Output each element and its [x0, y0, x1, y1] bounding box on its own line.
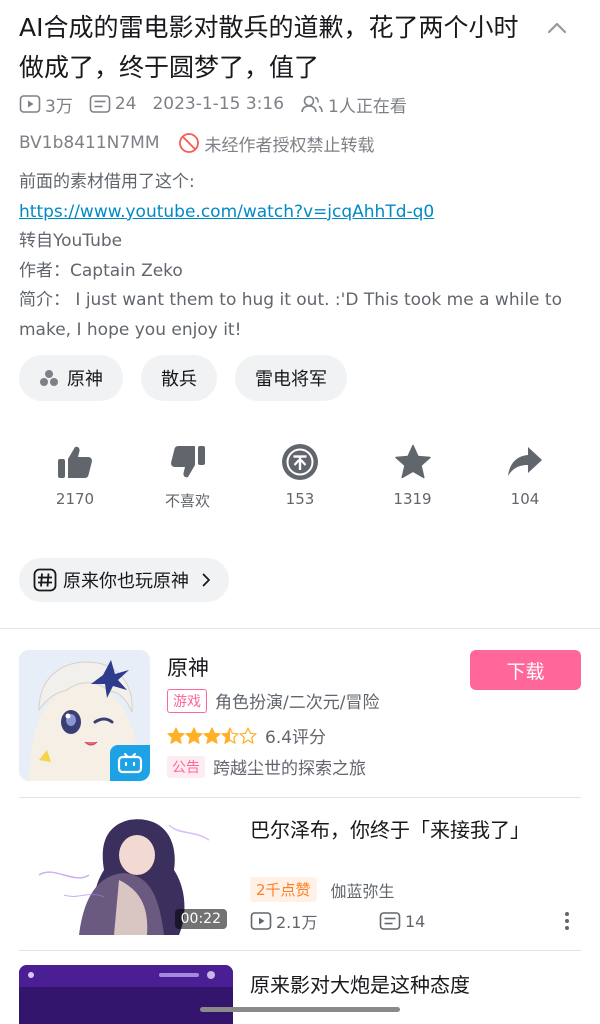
- play-count: 3万: [19, 92, 73, 117]
- rec-danmaku-count-text: 14: [405, 911, 426, 931]
- dislike-button[interactable]: 不喜欢: [132, 442, 244, 511]
- star-icon: [394, 444, 431, 479]
- bilibili-game-badge: [110, 745, 150, 781]
- notice-badge: 公告: [167, 755, 205, 778]
- tag-sanbing[interactable]: 散兵: [141, 355, 217, 401]
- recommended-video-meta: 2千点赞 伽蓝弥生: [250, 877, 395, 902]
- copyright-notice-text: 未经作者授权禁止转载: [204, 135, 375, 156]
- video-description: 前面的素材借用了这个: https://www.youtube.com/watc…: [19, 168, 579, 345]
- play-box-icon: [250, 912, 272, 930]
- notice-text: 跨越尘世的探索之旅: [213, 759, 366, 779]
- like-count: 2170: [55, 490, 95, 508]
- share-arrow-icon: [508, 447, 542, 476]
- game-name: 原神: [167, 656, 209, 680]
- recommended-video-title: 原来影对大炮是这种态度: [250, 973, 470, 997]
- rating-stars: [167, 726, 257, 745]
- bvid[interactable]: BV1b8411N7MM: [19, 133, 160, 153]
- more-vertical-icon: [565, 912, 569, 930]
- danmaku-icon: [89, 95, 111, 113]
- tag-list: 原神 散兵 雷电将军: [19, 355, 365, 401]
- tag-label: 散兵: [161, 369, 197, 390]
- topic-chip[interactable]: 原来你也玩原神: [19, 558, 229, 602]
- recommended-video-stats: 2.1万 14: [250, 909, 581, 933]
- game-notice-row: 公告 跨越尘世的探索之旅: [167, 754, 366, 779]
- bvid-row: BV1b8411N7MM 未经作者授权禁止转载: [19, 130, 375, 156]
- game-type-badge: 游戏: [167, 688, 207, 713]
- tag-label: 原神: [67, 369, 103, 390]
- action-bar: 2170 不喜欢 153 1319 104: [19, 442, 581, 511]
- desc-link[interactable]: https://www.youtube.com/watch?v=jcqAhhTd…: [19, 202, 434, 222]
- rec-danmaku-count: 14: [379, 911, 425, 931]
- game-tag-icon: [40, 370, 58, 386]
- game-icon-image: [19, 650, 150, 781]
- danmaku-count: 24: [89, 94, 137, 114]
- uploader-name[interactable]: 伽蓝弥生: [331, 878, 395, 902]
- recommended-video[interactable]: 原来影对大炮是这种态度: [19, 965, 581, 1024]
- rating-star-icon: [203, 726, 221, 744]
- video-thumbnail: [19, 965, 233, 1024]
- danmaku-icon: [379, 912, 401, 930]
- video-title-row: AI合成的雷电影对散兵的道歉，花了两个小时做成了，终于圆梦了，值了: [19, 8, 579, 88]
- dislike-label: 不喜欢: [164, 492, 210, 510]
- hot-badge: 2千点赞: [250, 877, 317, 902]
- tag-raiden[interactable]: 雷电将军: [235, 355, 347, 401]
- favorite-count: 1319: [393, 490, 432, 508]
- bilibili-tv-icon: [117, 753, 143, 774]
- coin-count: 153: [285, 490, 315, 508]
- publish-date: 2023-1-15 3:16: [152, 94, 284, 114]
- more-options-button[interactable]: [563, 911, 571, 931]
- coin-icon: [282, 444, 318, 480]
- watching-count-text: 1人正在看: [328, 96, 407, 117]
- recommended-video-title: 巴尔泽布，你终于「来接我了」: [250, 818, 530, 842]
- game-rating-row: 6.4评分: [167, 723, 326, 748]
- desc-line: 转自YouTube: [19, 231, 123, 251]
- desc-line: 前面的素材借用了这个:: [19, 172, 195, 192]
- section-divider: [0, 628, 600, 629]
- video-meta: 3万 24 2023-1-15 3:16 1人正在看: [19, 91, 423, 117]
- video-title: AI合成的雷电影对散兵的道歉，花了两个小时做成了，终于圆梦了，值了: [19, 13, 519, 82]
- home-indicator[interactable]: [200, 1007, 400, 1012]
- hashtag-icon: [33, 568, 57, 592]
- game-card[interactable]: 原神 下载 游戏 角色扮演/二次元/冒险 6.4评分 公告 跨越尘世的探索之旅: [19, 650, 581, 782]
- recommended-video[interactable]: 00:22 巴尔泽布，你终于「来接我了」 2千点赞 伽蓝弥生 2.1万 14: [19, 815, 581, 937]
- play-count-text: 3万: [45, 96, 73, 117]
- game-genres: 角色扮演/二次元/冒险: [215, 693, 380, 713]
- coin-button[interactable]: 153: [244, 442, 356, 511]
- video-duration: 00:22: [174, 909, 227, 929]
- video-thumbnail: 00:22: [19, 815, 233, 935]
- rating-star-icon: [239, 726, 257, 744]
- chevron-right-icon: [202, 573, 210, 587]
- thumb-down-icon: [170, 446, 205, 478]
- download-button[interactable]: 下载: [470, 650, 581, 690]
- favorite-button[interactable]: 1319: [357, 442, 469, 511]
- section-divider: [19, 797, 581, 798]
- share-button[interactable]: 104: [469, 442, 581, 511]
- publish-date-text: 2023-1-15 3:16: [152, 94, 285, 114]
- tag-label: 雷电将军: [255, 369, 327, 390]
- rec-play-count: 2.1万: [250, 909, 379, 933]
- topic-label: 原来你也玩原神: [63, 571, 189, 592]
- thumb-up-icon: [58, 446, 92, 478]
- people-icon: [301, 95, 323, 113]
- game-rating: 6.4评分: [265, 728, 327, 748]
- rec-play-count-text: 2.1万: [276, 913, 318, 932]
- watching-count: 1人正在看: [300, 92, 407, 117]
- like-button[interactable]: 2170: [19, 442, 131, 511]
- danmaku-count-text: 24: [114, 94, 137, 114]
- collapse-button[interactable]: [543, 14, 571, 42]
- rating-star-icon: [185, 726, 203, 744]
- rating-star-icon: [221, 726, 239, 744]
- tag-genshin[interactable]: 原神: [19, 355, 123, 401]
- share-count: 104: [510, 490, 540, 508]
- section-divider: [19, 950, 581, 951]
- copyright-notice: 未经作者授权禁止转载: [178, 131, 375, 156]
- desc-line: 简介： I just want them to hug it out. :'D …: [19, 290, 562, 340]
- game-genres-row: 游戏 角色扮演/二次元/冒险: [167, 688, 379, 713]
- desc-line: 作者：Captain Zeko: [19, 260, 183, 281]
- play-box-icon: [19, 95, 41, 113]
- prohibited-icon: [178, 133, 199, 153]
- rating-star-icon: [167, 726, 185, 744]
- chevron-up-icon: [547, 22, 567, 34]
